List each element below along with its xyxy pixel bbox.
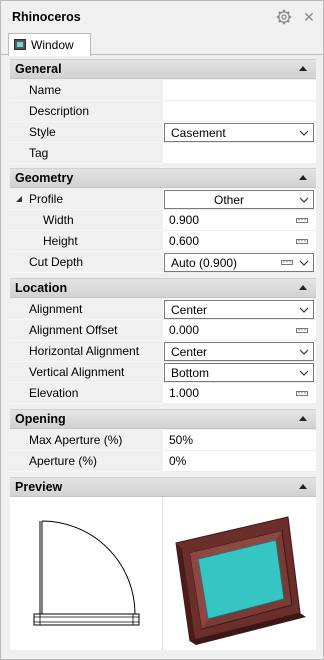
section-preview-title: Preview [15, 480, 63, 494]
preview-divider [162, 497, 163, 650]
row-width: Width 0.900 [10, 210, 316, 231]
collapse-icon[interactable] [299, 175, 307, 180]
expand-triangle-icon[interactable] [16, 196, 23, 203]
preview-area [10, 497, 316, 650]
row-elevation: Elevation 1.000 [10, 383, 316, 404]
chevron-down-icon [299, 349, 309, 355]
alignment-offset-field[interactable]: 0.000 [163, 320, 316, 341]
alignment-value: Center [171, 303, 208, 317]
tag-field[interactable] [163, 143, 316, 164]
width-field[interactable]: 0.900 [163, 210, 316, 231]
row-style: Style Casement [10, 122, 316, 143]
alignment-offset-label: Alignment Offset [29, 323, 118, 337]
tab-window[interactable]: Window [8, 33, 91, 56]
profile-label: Profile [29, 192, 64, 206]
elevation-field[interactable]: 1.000 [163, 383, 316, 404]
ruler-icon[interactable] [296, 391, 308, 396]
chevron-down-icon [299, 307, 309, 313]
aperture-field[interactable]: 0% [163, 451, 316, 472]
profile-value: Other [213, 193, 244, 207]
section-preview[interactable]: Preview [10, 477, 316, 497]
name-field[interactable] [163, 80, 316, 101]
row-vertical-alignment: Vertical Alignment Bottom [10, 362, 316, 383]
row-alignment: Alignment Center [10, 299, 316, 320]
row-description: Description [10, 101, 316, 122]
elevation-label: Elevation [29, 386, 79, 400]
tab-strip: Window [1, 33, 323, 56]
window-tab-icon [14, 38, 27, 51]
ruler-icon[interactable] [296, 328, 308, 333]
window-3d-preview [175, 516, 306, 645]
row-aperture: Aperture (%) 0% [10, 451, 316, 472]
cut-depth-label: Cut Depth [29, 255, 84, 269]
profile-dropdown[interactable]: Other [164, 190, 314, 209]
gear-icon[interactable] [276, 9, 292, 25]
close-icon[interactable]: ✕ [302, 9, 316, 25]
horizontal-alignment-label: Horizontal Alignment [29, 344, 140, 358]
ruler-icon[interactable] [296, 239, 308, 244]
properties-window: Rhinoceros ✕ Window General Name Descrip… [0, 0, 324, 660]
row-name: Name [10, 80, 316, 101]
row-profile: Profile Other [10, 189, 316, 210]
cut-depth-value: Auto (0.900) [171, 256, 238, 270]
plan-view-preview [33, 520, 140, 626]
horizontal-alignment-dropdown[interactable]: Center [164, 342, 314, 361]
alignment-label: Alignment [29, 302, 83, 316]
collapse-icon[interactable] [299, 484, 307, 489]
style-value: Casement [171, 126, 226, 140]
chevron-down-icon [299, 197, 309, 203]
ruler-icon[interactable] [281, 260, 293, 265]
cut-depth-dropdown[interactable]: Auto (0.900) [164, 253, 314, 272]
description-label: Description [29, 104, 90, 118]
collapse-icon[interactable] [299, 285, 307, 290]
row-tag: Tag [10, 143, 316, 164]
style-label: Style [29, 125, 56, 139]
vertical-alignment-dropdown[interactable]: Bottom [164, 363, 314, 382]
chevron-down-icon [299, 130, 309, 136]
style-dropdown[interactable]: Casement [164, 123, 314, 142]
collapse-icon[interactable] [299, 416, 307, 421]
section-general[interactable]: General [10, 59, 316, 79]
horizontal-alignment-value: Center [171, 345, 208, 359]
description-field[interactable] [163, 101, 316, 122]
tab-window-label: Window [31, 38, 74, 52]
section-opening[interactable]: Opening [10, 409, 316, 429]
ruler-icon[interactable] [296, 218, 308, 223]
max-aperture-field[interactable]: 50% [163, 430, 316, 451]
vertical-alignment-value: Bottom [171, 366, 210, 380]
max-aperture-label: Max Aperture (%) [29, 433, 123, 447]
title-bar: Rhinoceros ✕ [1, 1, 323, 33]
width-label: Width [43, 213, 74, 227]
row-height: Height 0.600 [10, 231, 316, 252]
name-label: Name [29, 83, 62, 97]
row-horizontal-alignment: Horizontal Alignment Center [10, 341, 316, 362]
tag-label: Tag [29, 146, 49, 160]
section-geometry[interactable]: Geometry [10, 168, 316, 188]
section-general-title: General [15, 62, 62, 76]
row-alignment-offset: Alignment Offset 0.000 [10, 320, 316, 341]
height-label: Height [43, 234, 78, 248]
vertical-alignment-label: Vertical Alignment [29, 365, 125, 379]
chevron-down-icon [299, 370, 309, 376]
section-location-title: Location [15, 281, 68, 295]
height-field[interactable]: 0.600 [163, 231, 316, 252]
row-cut-depth: Cut Depth Auto (0.900) [10, 252, 316, 273]
aperture-label: Aperture (%) [29, 454, 98, 468]
section-geometry-title: Geometry [15, 171, 74, 185]
section-opening-title: Opening [15, 412, 66, 426]
collapse-icon[interactable] [299, 66, 307, 71]
alignment-dropdown[interactable]: Center [164, 300, 314, 319]
chevron-down-icon [299, 260, 309, 266]
window-title: Rhinoceros [12, 10, 81, 24]
row-max-aperture: Max Aperture (%) 50% [10, 430, 316, 451]
section-location[interactable]: Location [10, 278, 316, 298]
